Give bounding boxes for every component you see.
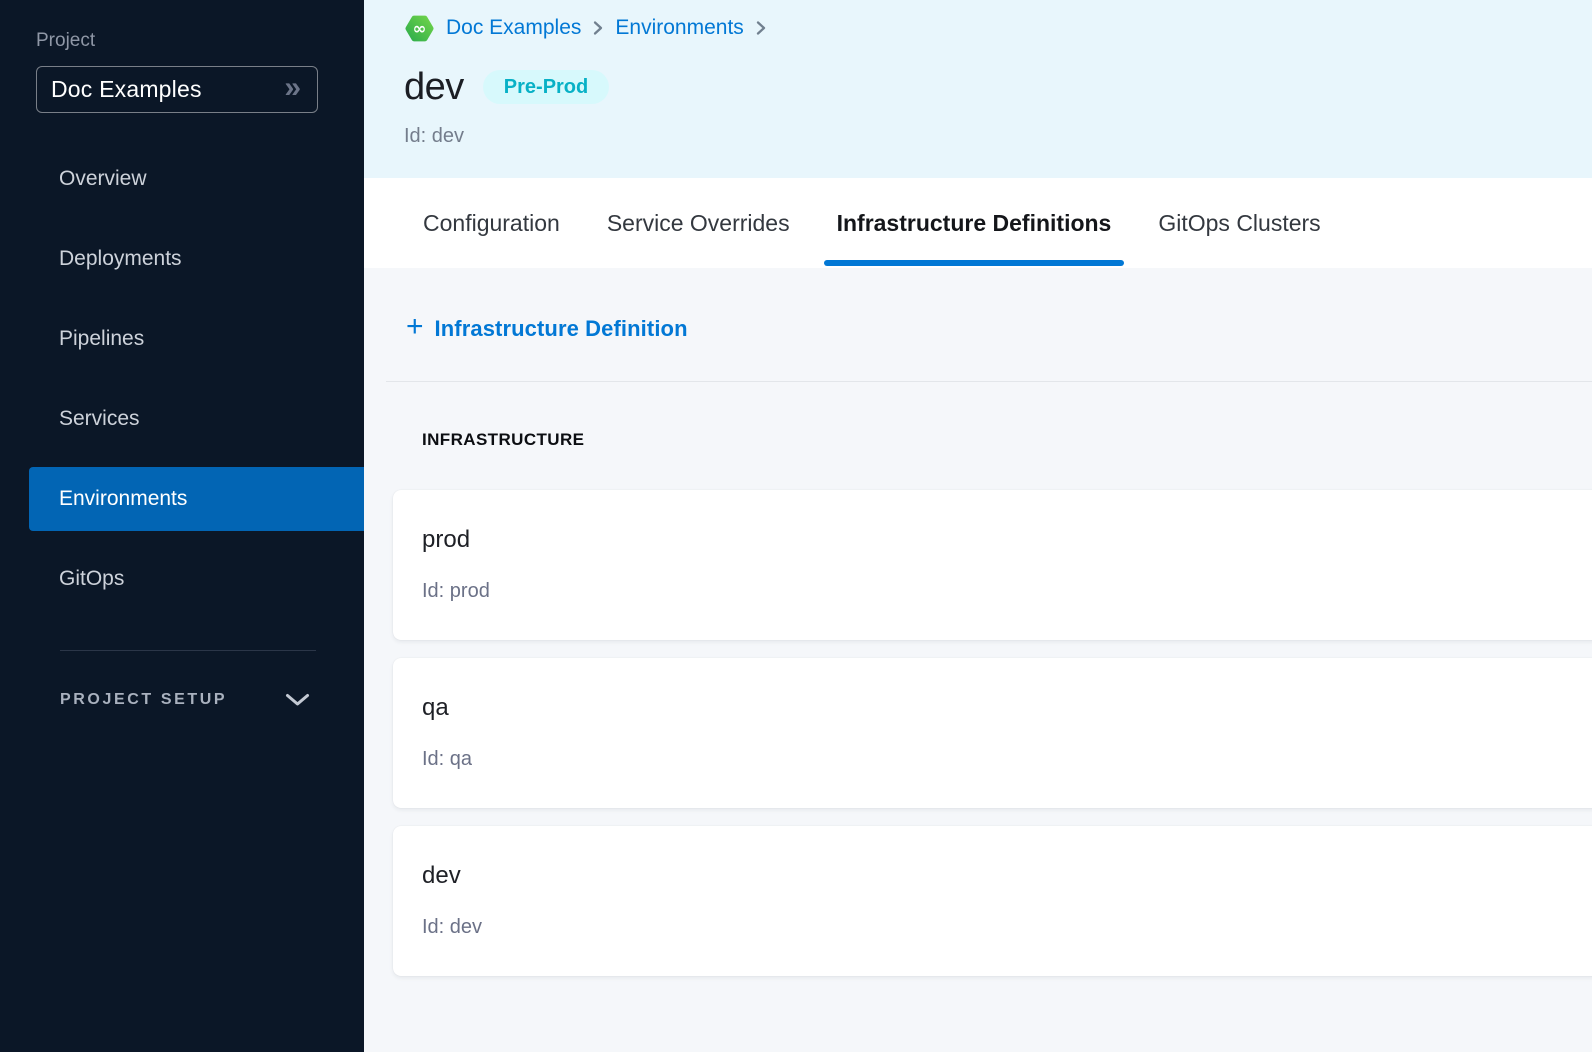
add-button-label: Infrastructure Definition bbox=[435, 316, 688, 342]
content-divider bbox=[386, 381, 1592, 382]
chevron-right-icon bbox=[755, 19, 767, 37]
infrastructure-card-dev[interactable]: dev Id: dev bbox=[393, 826, 1592, 976]
infrastructure-list: prod Id: prod qa Id: qa dev Id: dev bbox=[393, 490, 1592, 976]
sidebar-item-pipelines[interactable]: Pipelines bbox=[0, 307, 364, 371]
infrastructure-card-qa[interactable]: qa Id: qa bbox=[393, 658, 1592, 808]
tab-gitops-clusters[interactable]: GitOps Clusters bbox=[1145, 178, 1333, 268]
double-chevron-right-icon[interactable]: » bbox=[284, 73, 301, 103]
page-header: ∞ Doc Examples Environments dev bbox=[364, 0, 1592, 178]
infrastructure-id: Id: prod bbox=[422, 579, 1592, 603]
infrastructure-id: Id: dev bbox=[422, 915, 1592, 939]
sidebar-item-environments[interactable]: Environments bbox=[29, 467, 364, 531]
infrastructure-name: qa bbox=[422, 694, 1592, 722]
sidebar-item-gitops[interactable]: GitOps bbox=[0, 547, 364, 611]
project-setup-toggle[interactable]: PROJECT SETUP bbox=[0, 685, 364, 715]
breadcrumb: ∞ Doc Examples Environments bbox=[404, 12, 1592, 44]
plus-icon: + bbox=[406, 312, 424, 342]
infrastructure-name: dev bbox=[422, 862, 1592, 890]
title-row: dev Pre-Prod bbox=[404, 68, 1592, 106]
sidebar: Project Doc Examples » Overview Deployme… bbox=[0, 0, 364, 1052]
infrastructure-name: prod bbox=[422, 526, 1592, 554]
app-root: Project Doc Examples » Overview Deployme… bbox=[0, 0, 1592, 1052]
entity-id-text: Id: dev bbox=[404, 125, 1592, 148]
project-label: Project bbox=[36, 30, 364, 52]
sidebar-item-deployments[interactable]: Deployments bbox=[0, 227, 364, 291]
infrastructure-card-prod[interactable]: prod Id: prod bbox=[393, 490, 1592, 640]
chevron-right-icon bbox=[592, 19, 604, 37]
project-selector-value: Doc Examples bbox=[51, 76, 202, 103]
sidebar-divider bbox=[60, 650, 316, 651]
tab-content: + Infrastructure Definition INFRASTRUCTU… bbox=[364, 268, 1592, 1052]
add-row: + Infrastructure Definition bbox=[364, 304, 1592, 354]
chevron-down-icon[interactable] bbox=[285, 693, 310, 707]
sidebar-nav: Overview Deployments Pipelines Services … bbox=[0, 147, 364, 611]
active-tab-underline bbox=[824, 260, 1125, 266]
main-area: ∞ Doc Examples Environments dev bbox=[364, 0, 1592, 1052]
add-infrastructure-definition-button[interactable]: + Infrastructure Definition bbox=[406, 314, 688, 344]
page-title: dev bbox=[404, 68, 464, 106]
breadcrumb-link-project[interactable]: Doc Examples bbox=[446, 16, 581, 40]
environments-module-icon: ∞ bbox=[404, 13, 435, 44]
svg-text:∞: ∞ bbox=[413, 18, 427, 37]
sidebar-item-overview[interactable]: Overview bbox=[0, 147, 364, 211]
tab-configuration[interactable]: Configuration bbox=[410, 178, 573, 268]
breadcrumb-link-environments[interactable]: Environments bbox=[615, 16, 743, 40]
tab-label: Infrastructure Definitions bbox=[837, 210, 1112, 237]
project-selector[interactable]: Doc Examples » bbox=[36, 66, 318, 113]
tab-bar: Configuration Service Overrides Infrastr… bbox=[364, 178, 1592, 268]
infrastructure-id: Id: qa bbox=[422, 747, 1592, 771]
infrastructure-section-heading: INFRASTRUCTURE bbox=[422, 430, 1592, 450]
env-type-badge: Pre-Prod bbox=[483, 70, 609, 104]
sidebar-item-services[interactable]: Services bbox=[0, 387, 364, 451]
tab-infrastructure-definitions[interactable]: Infrastructure Definitions bbox=[824, 178, 1125, 268]
tab-service-overrides[interactable]: Service Overrides bbox=[594, 178, 803, 268]
project-setup-label: PROJECT SETUP bbox=[60, 691, 227, 709]
